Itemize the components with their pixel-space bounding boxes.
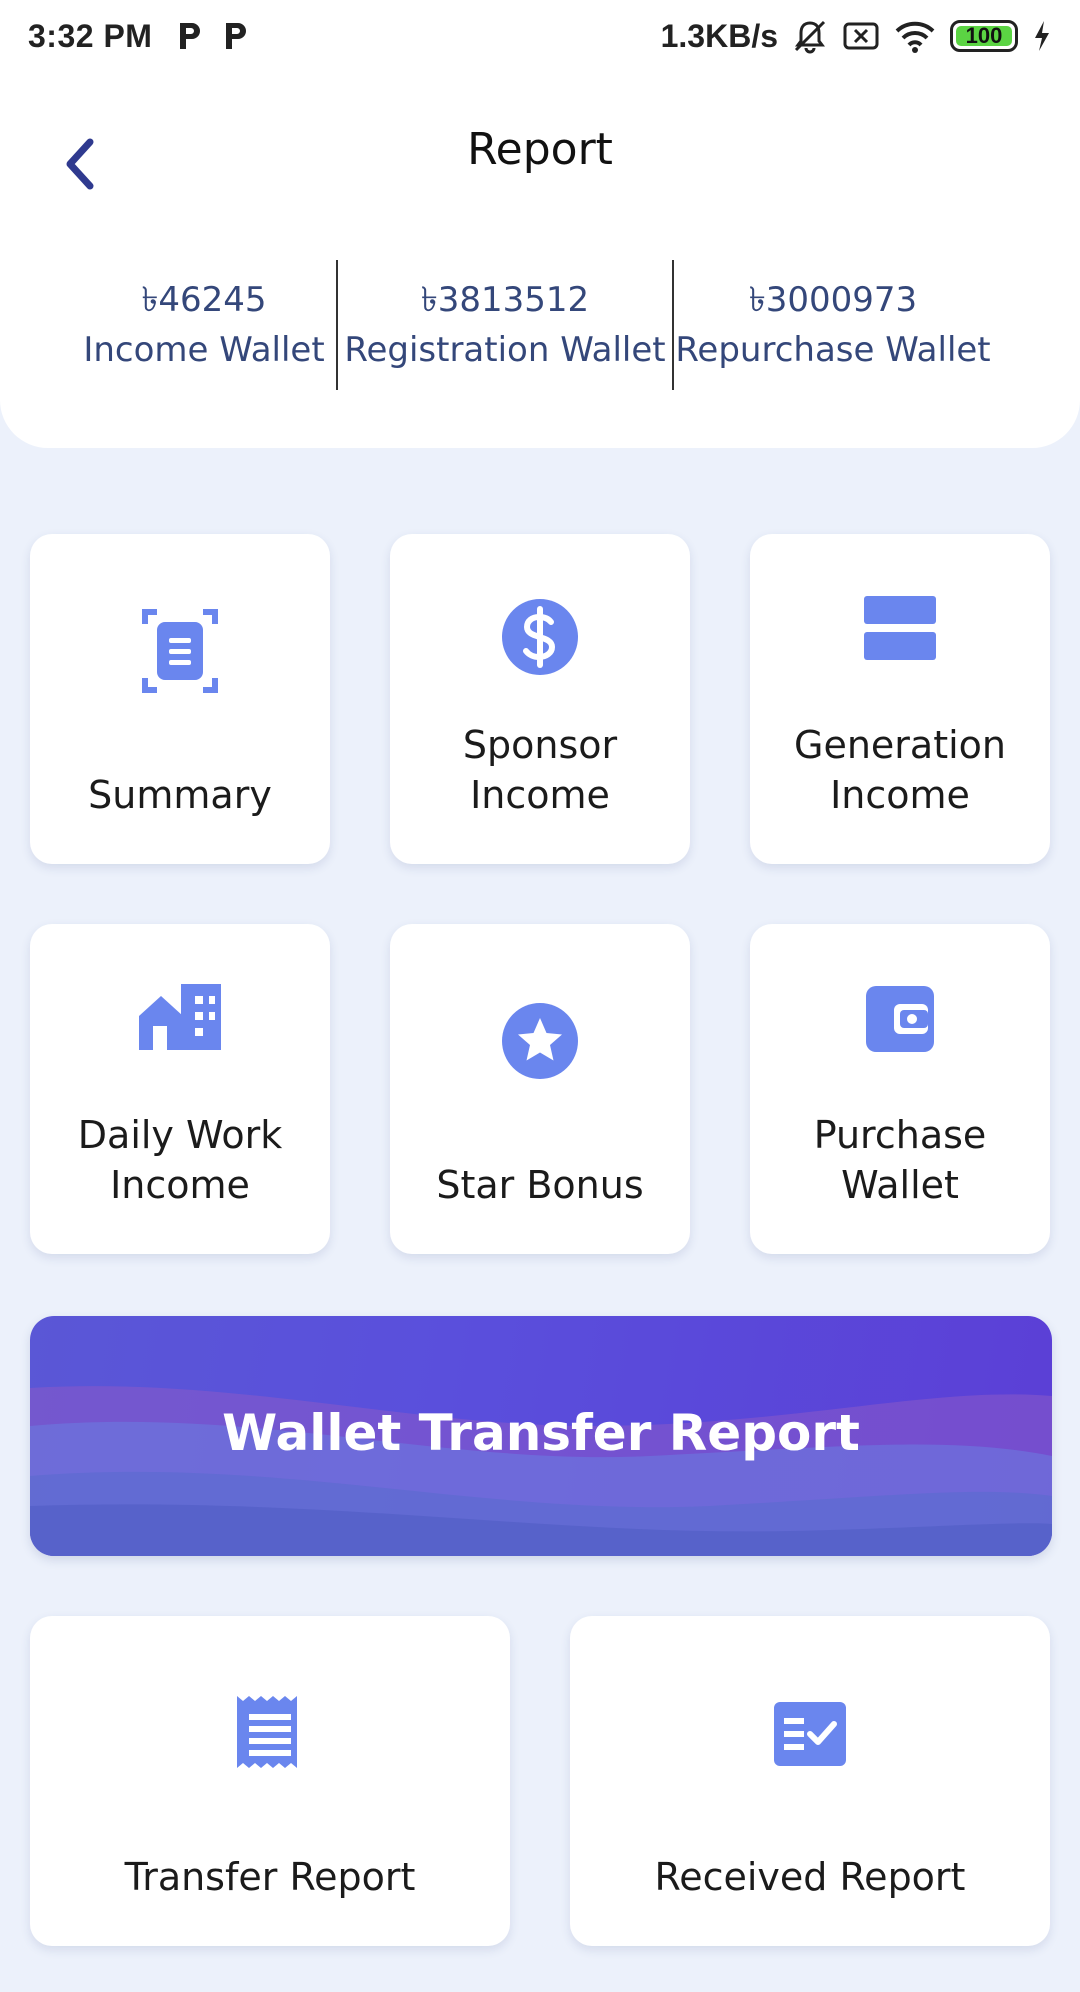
card-label: Purchase Wallet xyxy=(750,1110,1050,1210)
card-label-line: Income xyxy=(110,1163,250,1207)
wifi-icon xyxy=(895,21,935,53)
card-label: Transfer Report xyxy=(30,1852,510,1902)
status-bar: 3:32 PM 1.3KB/s 100 xyxy=(0,0,1080,72)
repurchase-wallet-balance: ৳3000973 Repurchase Wallet xyxy=(672,260,992,390)
summary-icon xyxy=(142,609,218,693)
card-purchase-wallet[interactable]: Purchase Wallet xyxy=(750,924,1050,1254)
dollar-icon xyxy=(502,599,578,675)
card-star-bonus[interactable]: Star Bonus xyxy=(390,924,690,1254)
status-time: 3:32 PM xyxy=(28,17,153,54)
wallet-label: Repurchase Wallet xyxy=(675,330,991,370)
wallet-balances: ৳46245 Income Wallet ৳3813512 Registrati… xyxy=(72,260,1030,390)
card-label-line: Received Report xyxy=(654,1855,966,1899)
parking-notification-icon xyxy=(226,23,247,49)
card-transfer-report[interactable]: Transfer Report xyxy=(30,1616,510,1946)
card-label-line: Star Bonus xyxy=(436,1163,644,1207)
wallet-label: Income Wallet xyxy=(83,330,325,370)
card-label-line: Generation xyxy=(794,723,1006,767)
mute-bell-icon xyxy=(794,20,826,54)
card-label: Received Report xyxy=(570,1852,1050,1902)
report-header: Report ৳46245 Income Wallet ৳3813512 Reg… xyxy=(0,72,1080,448)
star-icon xyxy=(502,1003,578,1079)
card-label-line: Wallet xyxy=(841,1163,959,1207)
layers-icon xyxy=(864,596,936,660)
card-summary[interactable]: Summary xyxy=(30,534,330,864)
no-sim-icon xyxy=(843,22,879,50)
card-label-line: Summary xyxy=(88,773,272,817)
card-label-line: Income xyxy=(470,773,610,817)
card-label-line: Transfer Report xyxy=(124,1855,416,1899)
card-sponsor-income[interactable]: Sponsor Income xyxy=(390,534,690,864)
charging-bolt-icon xyxy=(1035,21,1049,51)
card-label-line: Sponsor xyxy=(462,723,618,767)
wallet-amount: ৳3000973 xyxy=(748,280,918,320)
card-label: Star Bonus xyxy=(390,1160,690,1210)
wallet-transfer-report-banner[interactable]: Wallet Transfer Report xyxy=(30,1316,1052,1556)
card-label-line: Income xyxy=(830,773,970,817)
wallet-amount: ৳46245 xyxy=(141,280,267,320)
income-wallet-balance: ৳46245 Income Wallet xyxy=(72,260,336,390)
building-icon xyxy=(139,984,221,1050)
wallet-label: Registration Wallet xyxy=(344,330,666,370)
page-title: Report xyxy=(467,124,613,175)
parking-notification-icon xyxy=(180,23,201,49)
card-label-line: Purchase xyxy=(813,1113,987,1157)
registration-wallet-balance: ৳3813512 Registration Wallet xyxy=(336,260,672,390)
card-received-report[interactable]: Received Report xyxy=(570,1616,1050,1946)
receipt-icon xyxy=(237,1696,297,1768)
checklist-icon xyxy=(774,1702,846,1766)
battery-level: 100 xyxy=(965,23,1003,48)
wallet-icon xyxy=(866,986,934,1052)
card-label: Generation Income xyxy=(750,720,1050,820)
banner-title: Wallet Transfer Report xyxy=(222,1404,860,1462)
card-label: Summary xyxy=(30,770,330,820)
card-daily-work-income[interactable]: Daily Work Income xyxy=(30,924,330,1254)
network-speed: 1.3KB/s xyxy=(660,17,778,54)
battery-indicator: 100 xyxy=(950,20,1018,52)
card-label: Sponsor Income xyxy=(390,720,690,820)
card-generation-income[interactable]: Generation Income xyxy=(750,534,1050,864)
card-label: Daily Work Income xyxy=(30,1110,330,1210)
wallet-amount: ৳3813512 xyxy=(420,280,590,320)
card-label-line: Daily Work xyxy=(77,1113,283,1157)
